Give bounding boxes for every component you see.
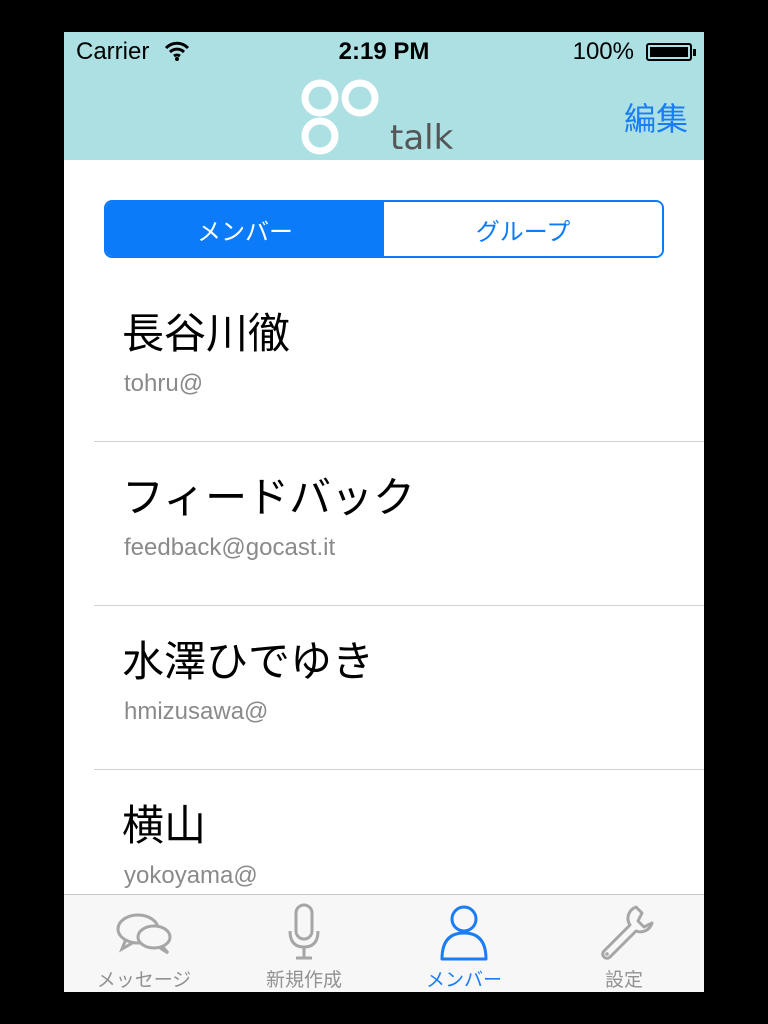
tab-members[interactable]: メンバー — [384, 895, 544, 992]
status-bar: Carrier 2:19 PM 100% — [64, 32, 704, 72]
member-name: 水澤ひでゆき — [122, 637, 375, 686]
member-email: yokoyama@ — [124, 862, 258, 889]
tab-members-label: メンバー — [425, 969, 502, 991]
segment-groups[interactable]: グループ — [384, 202, 662, 256]
edit-button[interactable]: 編集 — [624, 94, 688, 140]
chat-bubbles-icon — [116, 913, 172, 955]
top-bar: Carrier 2:19 PM 100% talk 編集 — [64, 32, 704, 160]
person-icon — [440, 905, 488, 961]
battery-icon — [646, 43, 696, 61]
tab-messages-label: メッセージ — [96, 969, 192, 991]
member-row[interactable]: フィードバック feedback@gocast.it — [64, 442, 704, 606]
member-row[interactable]: 長谷川徹 tohru@ — [64, 278, 704, 442]
member-name: フィードバック — [122, 473, 416, 522]
member-row[interactable]: 水澤ひでゆき hmizusawa@ — [64, 606, 704, 770]
member-name: 長谷川徹 — [122, 309, 291, 358]
tab-new[interactable]: 新規作成 — [224, 895, 384, 992]
member-email: tohru@ — [124, 370, 204, 397]
tab-new-label: 新規作成 — [265, 969, 342, 991]
member-row[interactable]: 横山 yokoyama@ — [64, 770, 704, 894]
navigation-bar: talk 編集 — [64, 72, 704, 160]
member-name: 横山 — [122, 801, 207, 850]
logo-talk-text: talk — [390, 118, 454, 158]
tab-bar: メッセージ 新規作成 メンバー 設定 — [64, 894, 704, 992]
tab-messages[interactable]: メッセージ — [64, 895, 224, 992]
member-email: hmizusawa@ — [124, 698, 269, 725]
app-screen: Carrier 2:19 PM 100% talk 編集 メンバー グループ 長… — [64, 32, 704, 992]
tab-settings[interactable]: 設定 — [544, 895, 704, 992]
microphone-icon — [288, 903, 320, 960]
member-list: 長谷川徹 tohru@ フィードバック feedback@gocast.it 水… — [64, 278, 704, 894]
member-email: feedback@gocast.it — [124, 534, 336, 561]
battery-percent: 100% — [572, 38, 634, 65]
tab-settings-label: 設定 — [604, 969, 643, 991]
segment-members[interactable]: メンバー — [106, 202, 384, 256]
segmented-control: メンバー グループ — [104, 200, 664, 258]
wrench-icon — [601, 905, 654, 960]
